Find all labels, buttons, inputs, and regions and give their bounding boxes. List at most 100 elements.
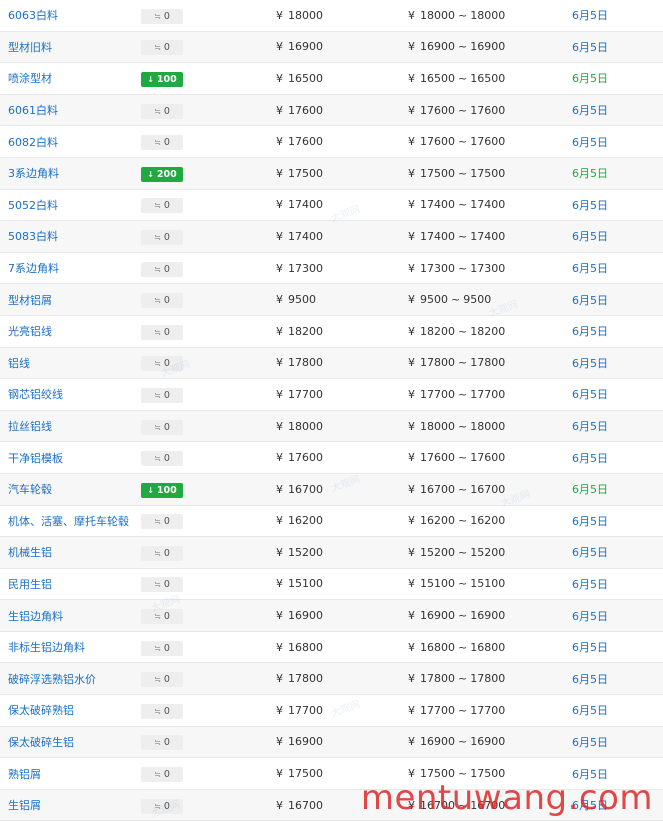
date-link[interactable]: 6月5日 <box>572 284 608 315</box>
change-cell: ≒ 0 <box>141 695 183 726</box>
date-link[interactable]: 6月5日 <box>572 758 608 789</box>
date-link[interactable]: 6月5日 <box>572 316 608 347</box>
change-badge-flat: ≒ 0 <box>141 735 183 751</box>
product-name-link[interactable]: 保太破碎生铝 <box>8 727 74 758</box>
range-separator: ~ <box>458 703 468 717</box>
date-link[interactable]: 6月5日 <box>572 411 608 442</box>
date-link[interactable]: 6月5日 <box>572 253 608 284</box>
price-value: 18000 <box>288 8 323 22</box>
currency-symbol: ¥ <box>276 703 283 717</box>
date-link[interactable]: 6月5日 <box>572 663 608 694</box>
product-name-link[interactable]: 民用生铝 <box>8 569 52 600</box>
product-name-link[interactable]: 型材铝屑 <box>8 284 52 315</box>
product-name-link[interactable]: 机体、活塞、摩托车轮毂 <box>8 506 129 537</box>
price-range: ¥17600 ~17600 <box>408 95 505 126</box>
date-link[interactable]: 6月5日 <box>572 506 608 537</box>
price-value: 17600 <box>288 103 323 117</box>
date-link[interactable]: 6月5日 <box>572 569 608 600</box>
range-high: 17700 <box>470 703 506 717</box>
price-range: ¥17400 ~17400 <box>408 221 505 252</box>
product-name-link[interactable]: 拉丝铝线 <box>8 411 52 442</box>
date-link[interactable]: 6月5日 <box>572 632 608 663</box>
avg-price: ¥17800 <box>276 348 323 379</box>
date-link[interactable]: 6月5日 <box>572 379 608 410</box>
date-link[interactable]: 6月5日 <box>572 32 608 63</box>
range-separator: ~ <box>458 419 468 433</box>
range-low: 17600 <box>420 103 455 117</box>
avg-price: ¥17700 <box>276 695 323 726</box>
avg-price: ¥17500 <box>276 758 323 789</box>
date-link[interactable]: 6月5日 <box>572 221 608 252</box>
flat-icon: ≒ <box>154 11 161 21</box>
currency-symbol: ¥ <box>408 198 415 212</box>
product-name-link[interactable]: 干净铝模板 <box>8 442 63 473</box>
range-low: 15200 <box>420 545 455 559</box>
currency-symbol: ¥ <box>276 40 283 54</box>
product-name-link[interactable]: 破碎浮选熟铝水价 <box>8 663 96 694</box>
currency-symbol: ¥ <box>276 672 283 686</box>
range-high: 18200 <box>470 324 506 338</box>
product-name-link[interactable]: 喷涂型材 <box>8 63 52 94</box>
product-name-link[interactable]: 5052白料 <box>8 190 58 221</box>
range-separator: ~ <box>458 8 468 22</box>
product-name-link[interactable]: 生铝边角料 <box>8 600 63 631</box>
product-name-link[interactable]: 6063白料 <box>8 0 58 31</box>
product-name-link[interactable]: 6082白料 <box>8 126 58 157</box>
range-separator: ~ <box>458 798 468 812</box>
product-name-link[interactable]: 3系边角料 <box>8 158 59 189</box>
price-range: ¥18000 ~18000 <box>408 411 505 442</box>
date-link[interactable]: 6月5日 <box>572 158 608 189</box>
date-link[interactable]: 6月5日 <box>572 0 608 31</box>
product-name-link[interactable]: 机械生铝 <box>8 537 52 568</box>
change-badge-flat: ≒ 0 <box>141 293 183 309</box>
date-link[interactable]: 6月5日 <box>572 474 608 505</box>
flat-icon: ≒ <box>154 390 161 400</box>
date-link[interactable]: 6月5日 <box>572 537 608 568</box>
date-link[interactable]: 6月5日 <box>572 442 608 473</box>
product-name-link[interactable]: 5083白料 <box>8 221 58 252</box>
range-high: 17400 <box>470 229 506 243</box>
date-link[interactable]: 6月5日 <box>572 348 608 379</box>
product-name-link[interactable]: 6061白料 <box>8 95 58 126</box>
flat-icon: ≒ <box>154 517 161 527</box>
change-badge-flat: ≒ 0 <box>141 609 183 625</box>
date-link[interactable]: 6月5日 <box>572 190 608 221</box>
change-badge-flat: ≒ 0 <box>141 640 183 656</box>
product-name-link[interactable]: 铝线 <box>8 348 30 379</box>
change-cell: ≒ 0 <box>141 663 183 694</box>
product-name-link[interactable]: 型材旧料 <box>8 32 52 63</box>
date-link[interactable]: 6月5日 <box>572 126 608 157</box>
price-value: 18000 <box>288 419 323 433</box>
price-range: ¥16200 ~16200 <box>408 506 505 537</box>
product-name-link[interactable]: 7系边角料 <box>8 253 59 284</box>
product-name-link[interactable]: 非标生铝边角料 <box>8 632 85 663</box>
product-name-link[interactable]: 汽车轮毂 <box>8 474 52 505</box>
date-link[interactable]: 6月5日 <box>572 727 608 758</box>
currency-symbol: ¥ <box>276 609 283 623</box>
range-high: 15200 <box>470 545 506 559</box>
date-link[interactable]: 6月5日 <box>572 600 608 631</box>
avg-price: ¥16900 <box>276 32 323 63</box>
product-name-link[interactable]: 钢芯铝绞线 <box>8 379 63 410</box>
price-range: ¥18000 ~18000 <box>408 0 505 31</box>
date-link[interactable]: 6月5日 <box>572 790 608 821</box>
product-name-link[interactable]: 保太破碎熟铝 <box>8 695 74 726</box>
range-separator: ~ <box>458 387 468 401</box>
product-name-link[interactable]: 光亮铝线 <box>8 316 52 347</box>
price-value: 16200 <box>288 514 323 528</box>
change-cell: ≒ 0 <box>141 537 183 568</box>
currency-symbol: ¥ <box>276 640 283 654</box>
date-link[interactable]: 6月5日 <box>572 695 608 726</box>
change-value: 100 <box>156 484 177 496</box>
product-name-link[interactable]: 熟铝屑 <box>8 758 41 789</box>
price-range: ¥17700 ~17700 <box>408 695 505 726</box>
price-value: 17400 <box>288 229 323 243</box>
table-row: 干净铝模板 ≒ 0 ¥17600 ¥17600 ~17600 6月5日 <box>0 442 663 474</box>
change-value: 0 <box>163 295 170 307</box>
range-separator: ~ <box>458 356 468 370</box>
currency-symbol: ¥ <box>408 798 415 812</box>
currency-symbol: ¥ <box>276 387 283 401</box>
date-link[interactable]: 6月5日 <box>572 95 608 126</box>
product-name-link[interactable]: 生铝屑 <box>8 790 41 821</box>
date-link[interactable]: 6月5日 <box>572 63 608 94</box>
